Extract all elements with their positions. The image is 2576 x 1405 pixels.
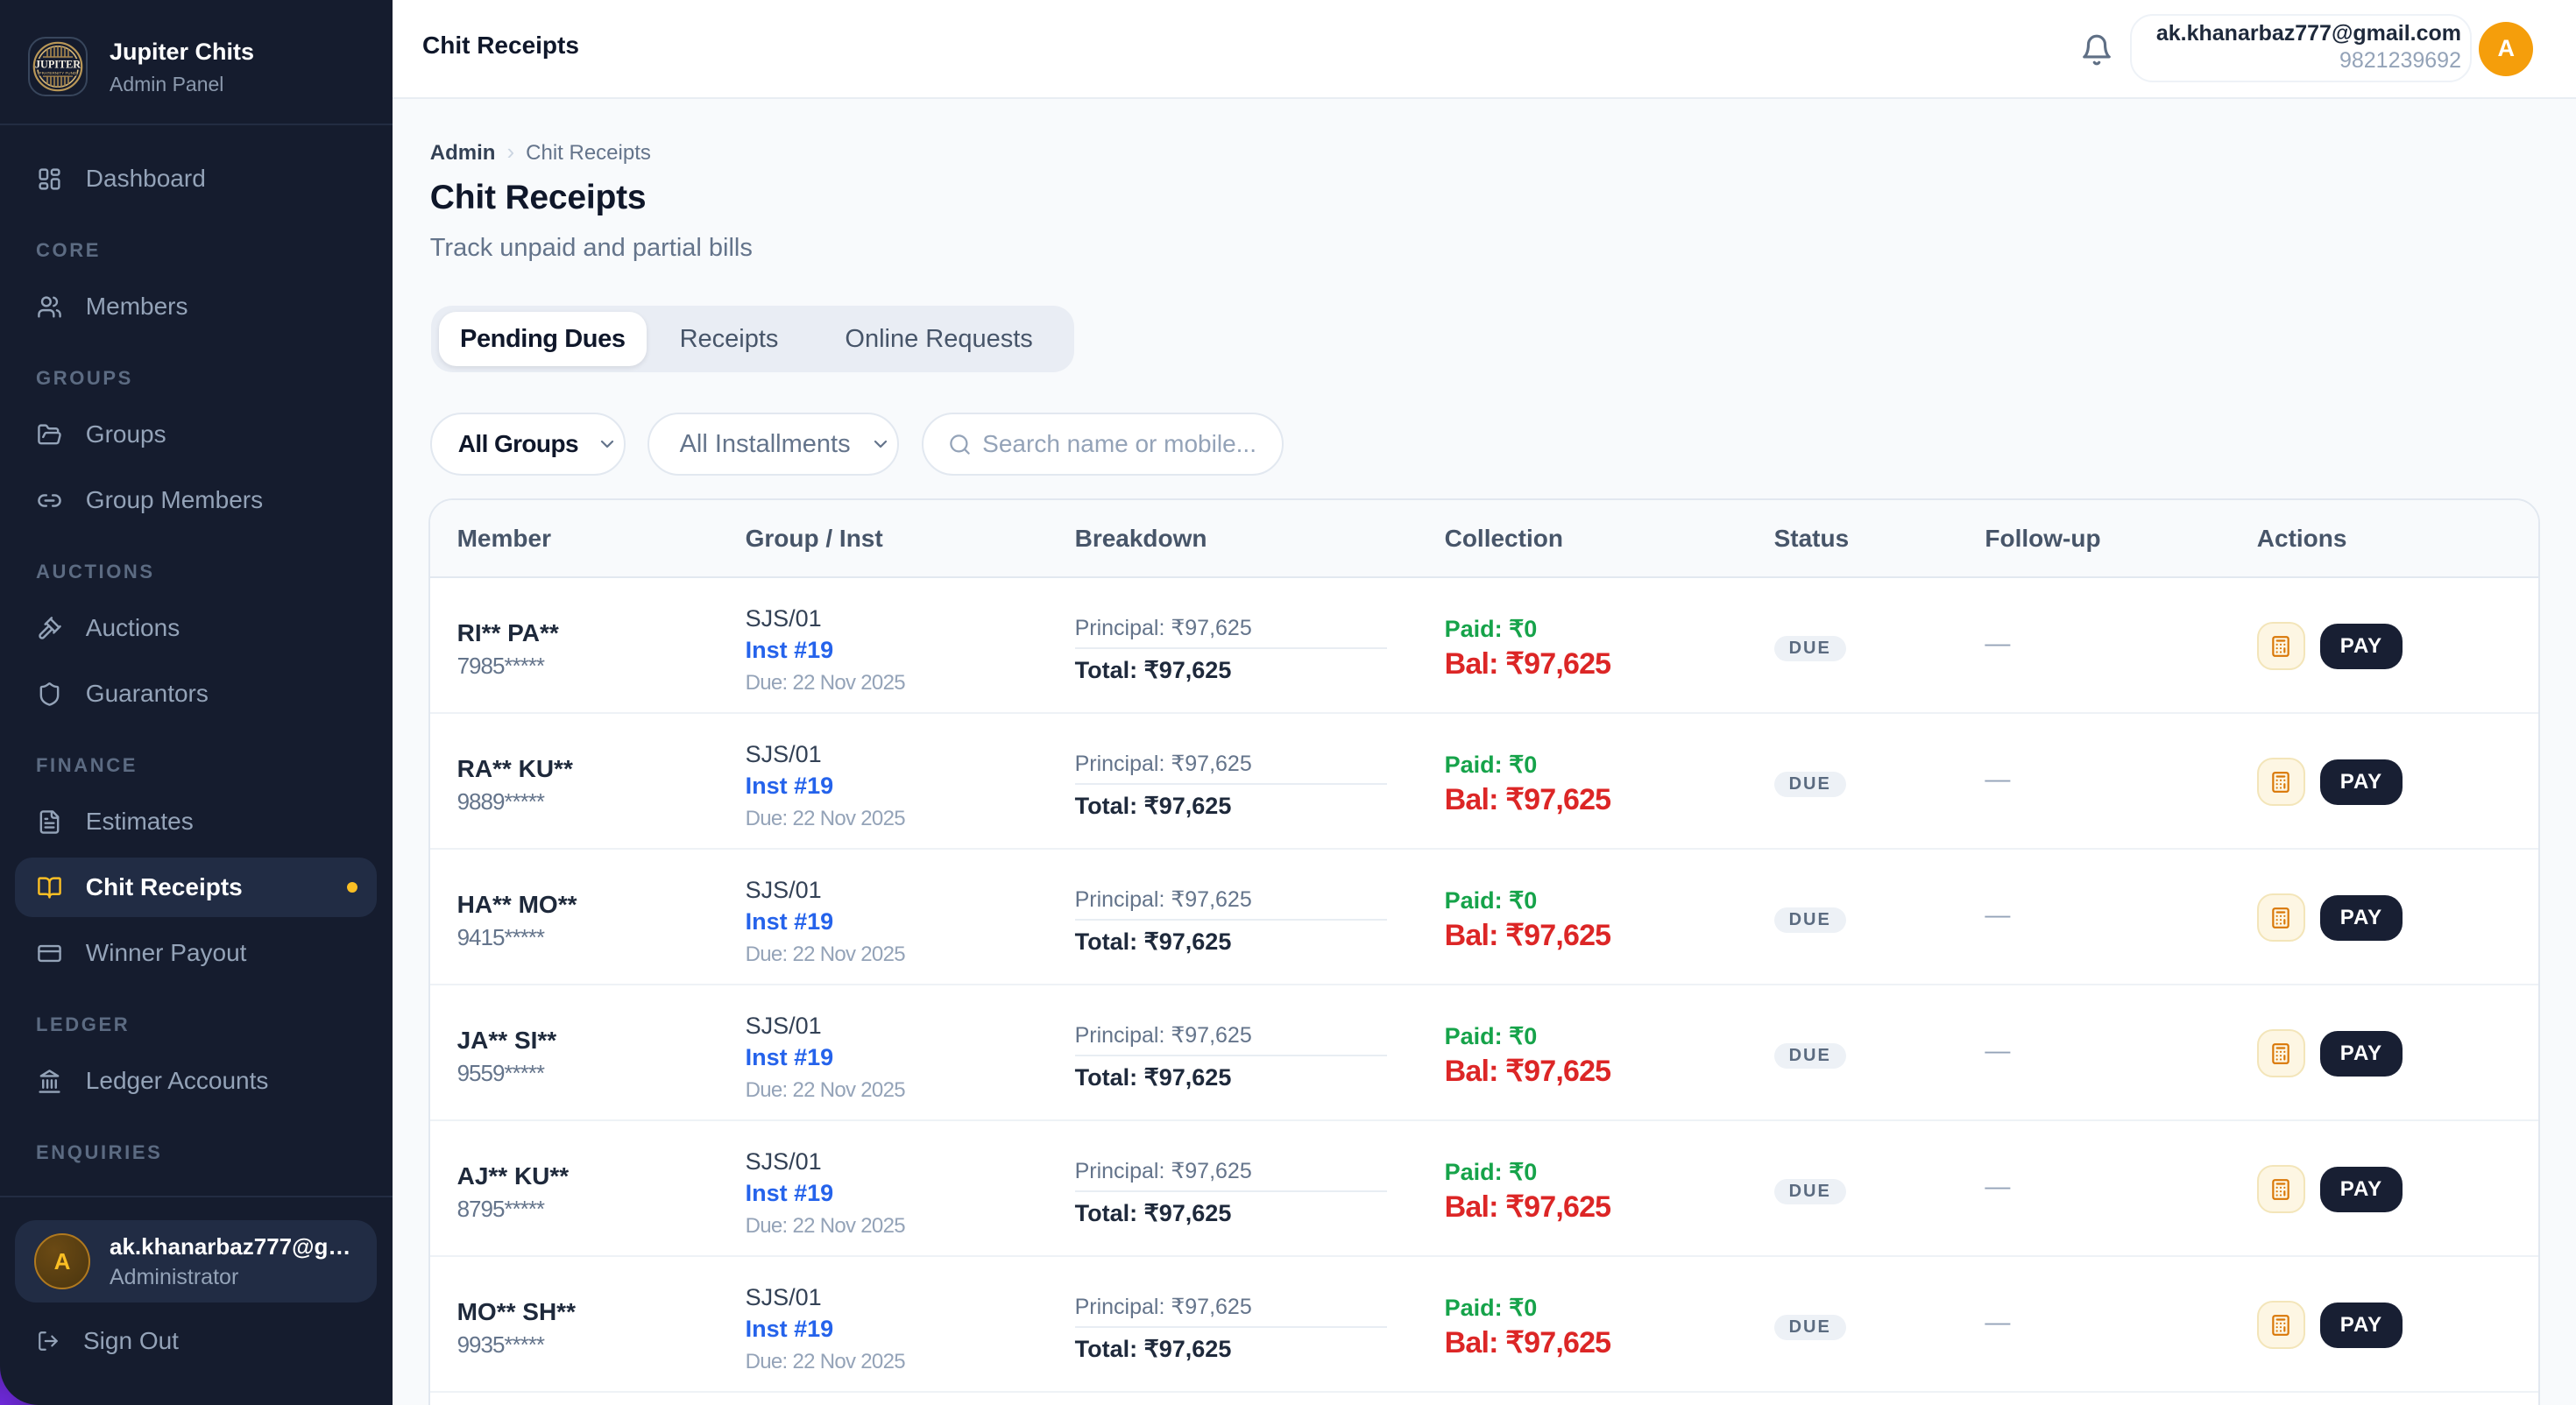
svg-text:JUPITER: JUPITER [35,58,81,70]
svg-text:FRATERNITY FUND: FRATERNITY FUND [39,71,77,75]
